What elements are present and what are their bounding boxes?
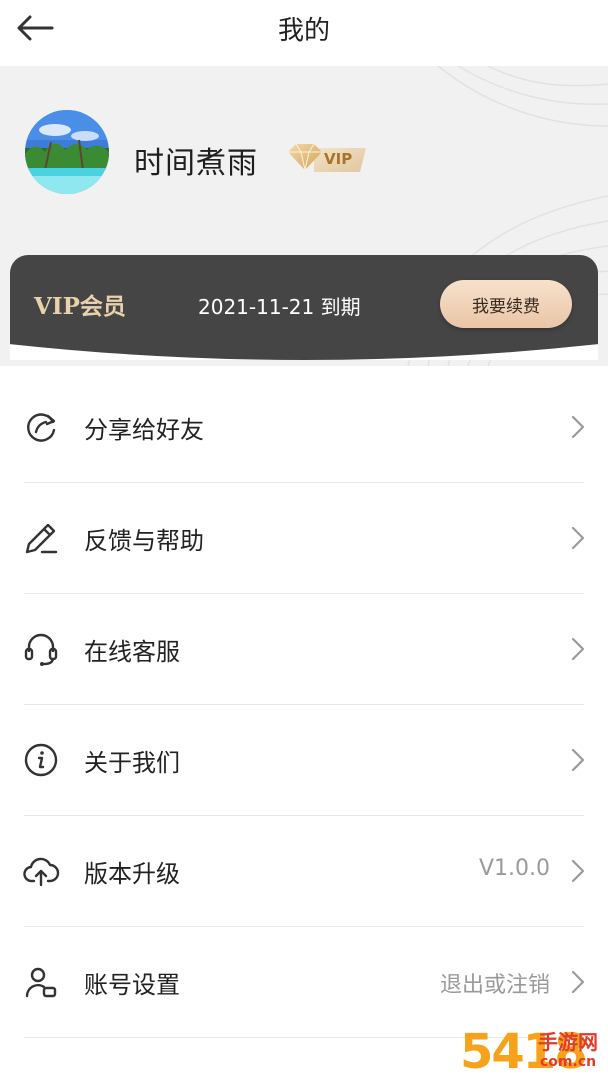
user-settings-icon	[25, 967, 57, 998]
chevron-right-icon	[571, 859, 585, 883]
renew-button[interactable]: 我要续费	[440, 280, 572, 328]
share-icon	[27, 413, 56, 442]
watermark-logo: 5418 手游网 com.cn	[460, 1024, 608, 1080]
menu-item-label: 版本升级	[84, 860, 180, 888]
menu-item-label: 在线客服	[84, 638, 180, 666]
username: 时间煮雨	[134, 146, 258, 181]
page-title: 我的	[277, 16, 330, 46]
cloud-upload-icon	[23, 857, 60, 887]
menu-item-label: 关于我们	[84, 749, 180, 777]
info-icon	[24, 743, 58, 777]
chevron-right-icon	[571, 970, 585, 994]
version-value: V1.0.0	[478, 856, 550, 881]
menu-item-account-settings[interactable]: 账号设置 退出或注销	[0, 927, 608, 1038]
pencil-icon	[25, 523, 58, 554]
chevron-right-icon	[571, 526, 585, 550]
menu-item-share[interactable]: 分享给好友	[0, 372, 608, 483]
avatar[interactable]	[25, 110, 109, 194]
menu-list: 分享给好友 反馈与帮助 在线客服 关于我们 版本升级 V1.0.0 账号设置 退…	[0, 372, 608, 1038]
chevron-right-icon	[571, 415, 585, 439]
menu-item-label: 反馈与帮助	[84, 527, 204, 555]
account-value: 退出或注销	[439, 973, 550, 998]
menu-item-feedback[interactable]: 反馈与帮助	[0, 483, 608, 594]
chevron-right-icon	[571, 748, 585, 772]
vip-card: VIP会员 2021-11-21 到期 我要续费	[10, 255, 598, 360]
menu-item-customer-service[interactable]: 在线客服	[0, 594, 608, 705]
menu-item-label: 分享给好友	[84, 416, 204, 444]
vip-title: VIP会员	[34, 293, 126, 320]
headset-icon	[24, 633, 58, 666]
top-bar: 我的	[0, 0, 608, 66]
menu-item-about[interactable]: 关于我们	[0, 705, 608, 816]
menu-item-label: 账号设置	[84, 971, 180, 999]
beach-image	[25, 110, 109, 194]
chevron-right-icon	[571, 637, 585, 661]
card-curve	[10, 344, 598, 360]
watermark-domain: com.cn	[540, 1054, 597, 1070]
vip-expire-date: 2021-11-21 到期	[198, 295, 361, 319]
menu-item-upgrade[interactable]: 版本升级 V1.0.0	[0, 816, 608, 927]
watermark-text: 手游网	[538, 1030, 598, 1054]
vip-badge-label: VIP	[324, 150, 353, 168]
